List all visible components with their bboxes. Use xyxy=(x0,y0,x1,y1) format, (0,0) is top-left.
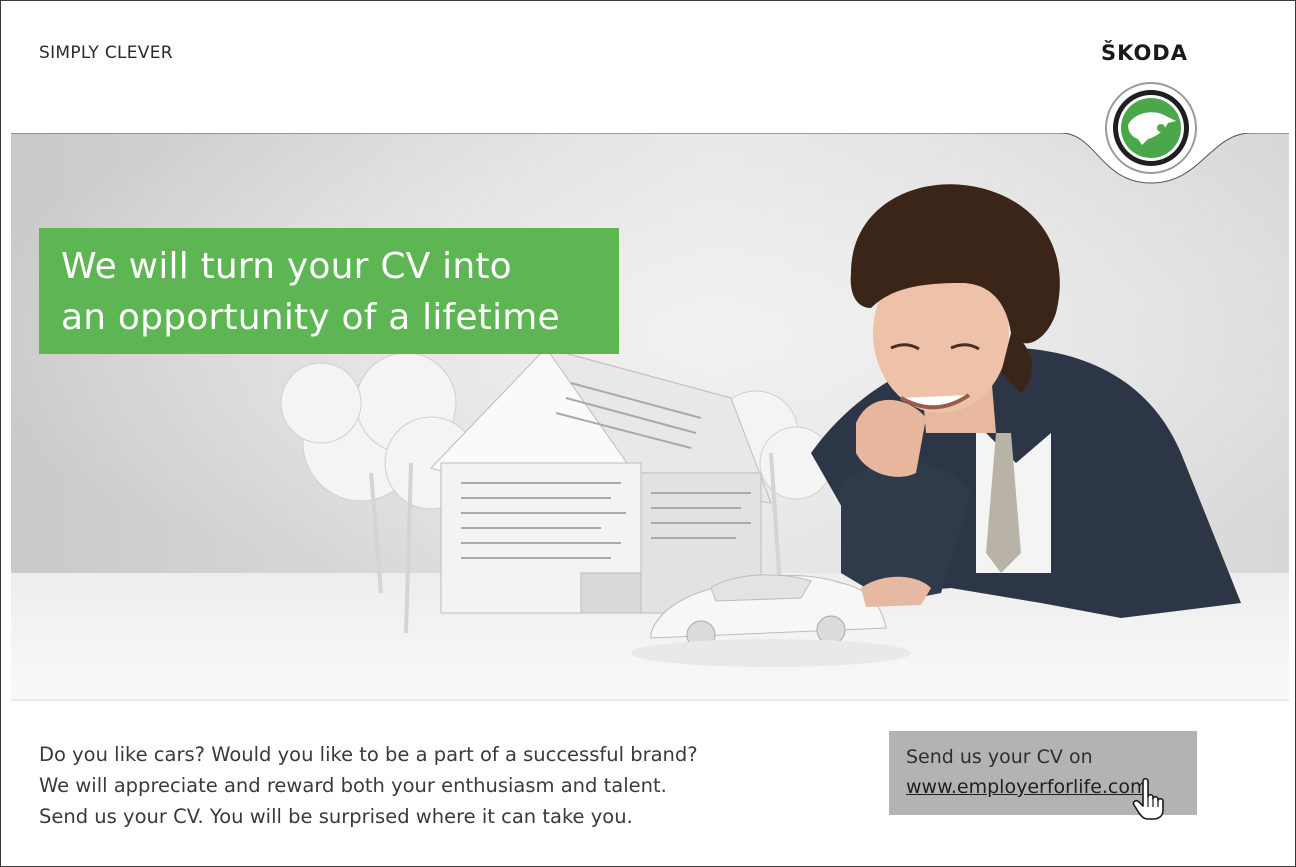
body-copy: Do you like cars? Would you like to be a… xyxy=(39,739,698,832)
job-ad-banner: SIMPLY CLEVER ŠKODA We will turn your CV… xyxy=(0,0,1296,867)
body-line-1: Do you like cars? Would you like to be a… xyxy=(39,743,698,766)
body-line-2: We will appreciate and reward both your … xyxy=(39,774,667,797)
brand-tagline: SIMPLY CLEVER xyxy=(39,43,173,63)
headline-banner: We will turn your CV into an opportunity… xyxy=(39,228,619,354)
cta-prefix: Send us your CV on xyxy=(906,746,1093,768)
hero-image xyxy=(11,133,1289,701)
body-line-3: Send us your CV. You will be surprised w… xyxy=(39,805,633,828)
hand-pointer-icon xyxy=(1132,777,1164,820)
brand-wordmark: ŠKODA xyxy=(1101,41,1188,65)
headline-line-2: an opportunity of a lifetime xyxy=(61,297,560,338)
skoda-logo-icon xyxy=(1105,82,1197,174)
headline-line-1: We will turn your CV into xyxy=(61,246,512,287)
